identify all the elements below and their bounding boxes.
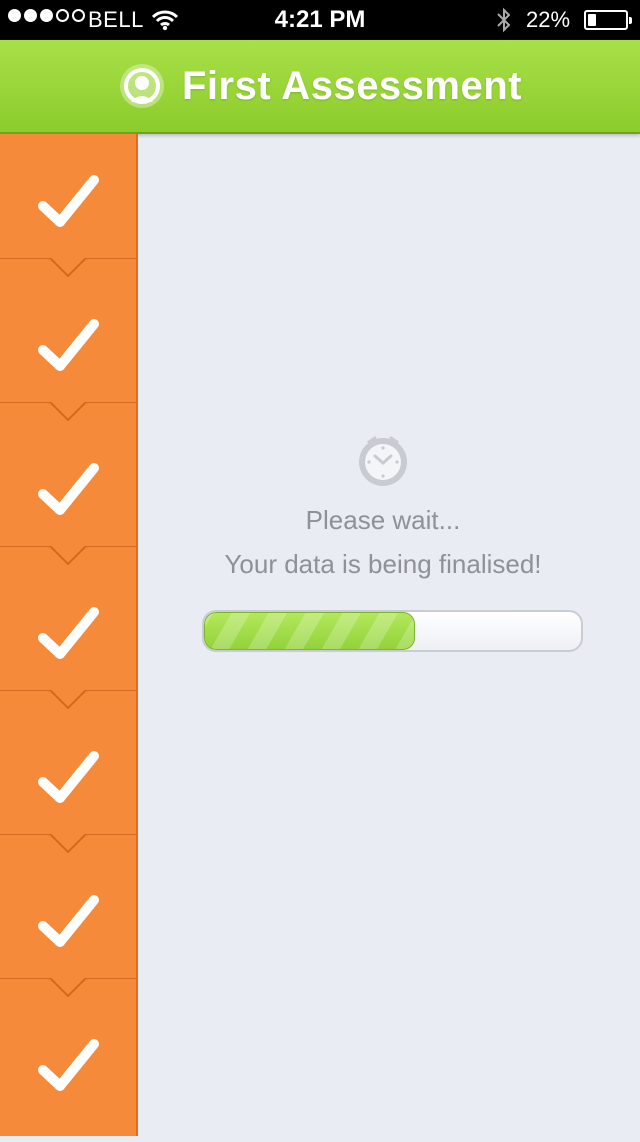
step-item <box>0 998 136 1142</box>
progress-steps-sidebar <box>0 134 138 1136</box>
step-item <box>0 566 136 710</box>
step-divider <box>0 690 136 710</box>
checkmark-icon <box>38 607 99 659</box>
clock-icon <box>359 436 407 486</box>
page-title: First Assessment <box>182 63 522 108</box>
checkmark-icon <box>38 175 99 227</box>
battery-icon <box>584 10 632 30</box>
status-message: Your data is being finalised! <box>224 549 542 579</box>
progress-bar <box>202 610 583 652</box>
checkmark-icon <box>38 751 99 803</box>
battery-percentage: 22% <box>526 7 571 32</box>
step-item <box>0 710 136 854</box>
battery-level <box>588 14 596 26</box>
checkmark-icon <box>38 463 99 515</box>
step-divider <box>0 546 136 566</box>
step-item <box>0 854 136 998</box>
status-bar: BELL 4:21 PM 22% <box>0 0 640 40</box>
bluetooth-icon <box>496 7 512 39</box>
step-item <box>0 278 136 422</box>
checkmark-icon <box>38 1039 99 1091</box>
checkmark-icon <box>38 895 99 947</box>
main-content: Please wait... Your data is being finali… <box>138 134 640 1136</box>
profile-badge-icon <box>120 64 164 108</box>
step-divider <box>0 834 136 854</box>
step-divider <box>0 978 136 998</box>
wait-message: Please wait... <box>305 505 461 535</box>
step-divider <box>0 258 136 278</box>
progress-fill <box>204 612 416 650</box>
step-item <box>0 422 136 566</box>
step-item <box>0 134 136 278</box>
step-divider <box>0 402 136 422</box>
app-header: First Assessment <box>0 40 640 134</box>
checkmark-icon <box>38 319 99 371</box>
